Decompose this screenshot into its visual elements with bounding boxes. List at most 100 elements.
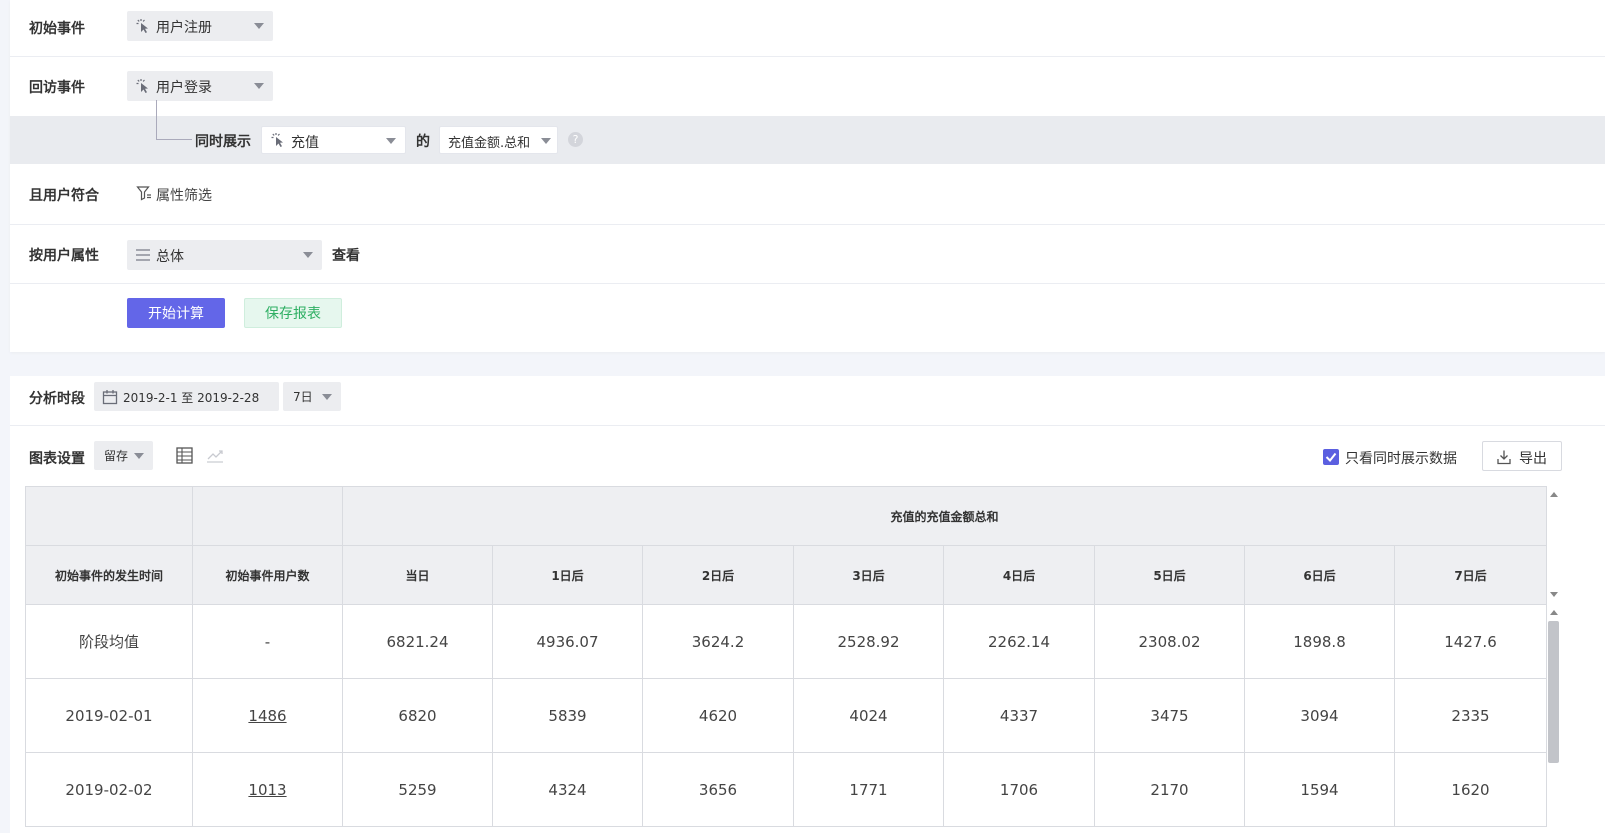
chart-mode-select[interactable]: 留存 (94, 441, 153, 470)
query-panel: 初始事件 用户注册 回访事件 用户登录 同时展示 充值 的 充值金额.总和 ? … (10, 0, 1605, 352)
table-cell: 4936.07 (492, 604, 643, 679)
empty-header-cell (192, 486, 343, 546)
chevron-down-icon (386, 138, 396, 144)
column-header: 2日后 (642, 545, 794, 605)
column-header: 1日后 (492, 545, 643, 605)
scroll-up-icon[interactable] (1550, 492, 1558, 497)
save-report-button[interactable]: 保存报表 (244, 298, 342, 328)
table-view-icon[interactable] (176, 447, 193, 464)
interval-value: 7日 (293, 390, 313, 404)
table-cell: 1898.8 (1244, 604, 1395, 679)
help-icon[interactable]: ? (568, 132, 583, 147)
table-cell: 1771 (793, 752, 944, 827)
table-cell: 2170 (1094, 752, 1245, 827)
group-by-label: 按用户属性 (29, 248, 99, 264)
user-filter-label: 且用户符合 (29, 188, 99, 204)
table-cell: 2308.02 (1094, 604, 1245, 679)
return-event-label: 回访事件 (29, 80, 85, 96)
scroll-up-icon[interactable] (1550, 610, 1558, 615)
table-cell: 2335 (1393, 678, 1548, 753)
also-show-event-value: 充值 (291, 135, 319, 151)
group-by-value: 总体 (156, 249, 184, 265)
group-by-select[interactable]: 总体 (127, 240, 322, 270)
table-cell: 3475 (1094, 678, 1245, 753)
property-filter-label: 属性筛选 (156, 188, 212, 204)
row-users: - (192, 604, 343, 679)
empty-header-cell (25, 486, 193, 546)
list-icon (136, 249, 150, 261)
column-header: 3日后 (793, 545, 944, 605)
table-cell: 3656 (642, 752, 794, 827)
table-row: 阶段均值 - 6821.24 4936.07 3624.2 2528.92 22… (25, 604, 1548, 679)
retention-table: 充值的充值金额总和 初始事件的发生时间 初始事件用户数 当日 1日后 2日后 3… (25, 486, 1548, 827)
click-event-icon (136, 19, 148, 33)
group-by-suffix: 查看 (332, 248, 360, 264)
user-count-link[interactable]: 1013 (248, 781, 286, 799)
scroll-down-icon[interactable] (1550, 592, 1558, 597)
chevron-down-icon (254, 83, 264, 89)
also-show-event-select[interactable]: 充值 (261, 126, 406, 154)
export-label: 导出 (1519, 451, 1547, 467)
chart-mode-value: 留存 (104, 449, 129, 463)
scrollbar-thumb[interactable] (1548, 621, 1559, 763)
user-filter-row: 且用户符合 属性筛选 (10, 164, 1605, 225)
table-row: 2019-02-02 1013 5259 4324 3656 1771 1706… (25, 752, 1548, 827)
table-cell: 1706 (943, 752, 1095, 827)
interval-select[interactable]: 7日 (283, 382, 341, 411)
column-header: 7日后 (1393, 545, 1548, 605)
row-users-cell: 1013 (192, 752, 343, 827)
table-group-header-row: 充值的充值金额总和 (25, 486, 1548, 546)
initial-event-label: 初始事件 (29, 21, 85, 37)
also-show-label: 同时展示 (195, 134, 251, 150)
date-range-value: 2019-2-1 至 2019-2-28 (123, 391, 260, 405)
initial-event-select[interactable]: 用户注册 (127, 11, 273, 41)
table-cell: 4024 (793, 678, 944, 753)
calendar-icon (102, 390, 118, 405)
table-cell: 4337 (943, 678, 1095, 753)
table-cell: 4620 (642, 678, 794, 753)
table-cell: 5839 (492, 678, 643, 753)
initial-event-value: 用户注册 (156, 20, 212, 36)
table-cell: 1427.6 (1393, 604, 1548, 679)
row-date: 阶段均值 (25, 604, 193, 679)
chevron-down-icon (134, 453, 144, 459)
table-cell: 3094 (1244, 678, 1395, 753)
table-cell: 2528.92 (793, 604, 944, 679)
connector-line (156, 100, 192, 140)
table-row: 2019-02-01 1486 6820 5839 4620 4024 4337… (25, 678, 1548, 753)
also-show-metric-select[interactable]: 充值金额.总和 (439, 126, 558, 154)
table-cell: 1594 (1244, 752, 1395, 827)
table-cell: 2262.14 (943, 604, 1095, 679)
table-cell: 6820 (342, 678, 493, 753)
table-cell: 3624.2 (642, 604, 794, 679)
table-header-row: 初始事件的发生时间 初始事件用户数 当日 1日后 2日后 3日后 4日后 5日后… (25, 545, 1548, 605)
table-cell: 6821.24 (342, 604, 493, 679)
chart-settings-label: 图表设置 (29, 451, 85, 467)
calculate-button[interactable]: 开始计算 (127, 298, 225, 328)
chevron-down-icon (541, 138, 551, 144)
table-cell: 1620 (1393, 752, 1548, 827)
also-show-row: 同时展示 充值 的 充值金额.总和 ? (10, 116, 1605, 164)
return-event-select[interactable]: 用户登录 (127, 71, 273, 101)
table-cell: 5259 (342, 752, 493, 827)
initial-event-row: 初始事件 用户注册 (10, 0, 1605, 57)
only-show-checkbox[interactable] (1323, 449, 1339, 465)
of-label: 的 (416, 134, 430, 150)
download-icon (1497, 450, 1511, 465)
chevron-down-icon (303, 252, 313, 258)
table-scrollbar[interactable] (1547, 490, 1561, 833)
group-header-cell: 充值的充值金额总和 (341, 486, 1548, 546)
chevron-down-icon (322, 394, 332, 400)
only-show-label: 只看同时展示数据 (1345, 451, 1457, 467)
period-label: 分析时段 (29, 391, 85, 407)
row-date: 2019-02-01 (25, 678, 193, 753)
date-range-picker[interactable]: 2019-2-1 至 2019-2-28 (94, 382, 279, 411)
group-by-row: 按用户属性 总体 查看 (10, 225, 1605, 284)
chevron-down-icon (254, 23, 264, 29)
export-button[interactable]: 导出 (1482, 441, 1562, 471)
user-count-link[interactable]: 1486 (248, 707, 286, 725)
also-show-metric-value: 充值金额.总和 (448, 136, 531, 151)
column-header: 当日 (342, 545, 493, 605)
filter-icon (136, 186, 151, 201)
line-chart-icon[interactable] (206, 447, 224, 464)
